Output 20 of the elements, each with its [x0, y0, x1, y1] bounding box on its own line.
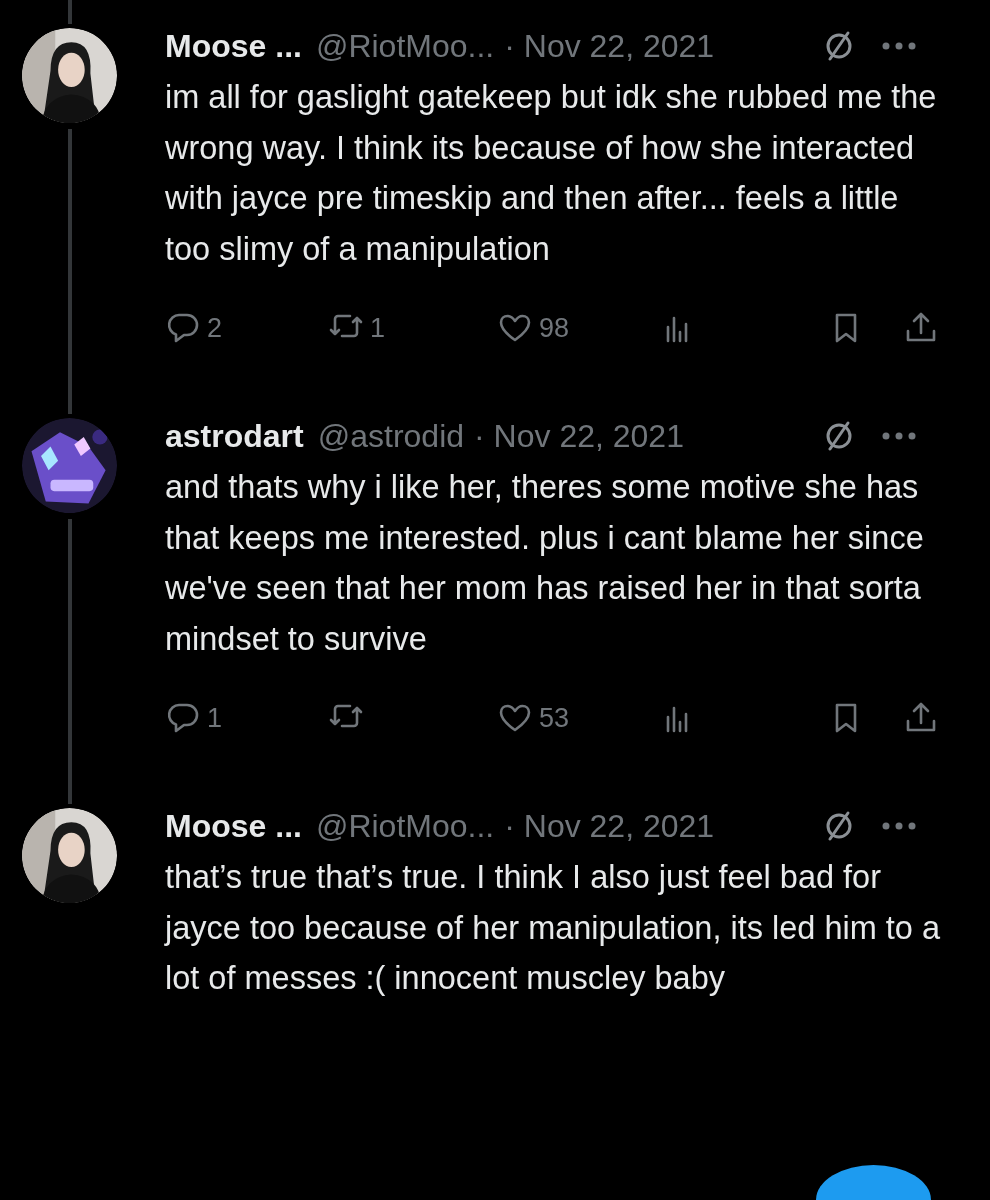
post-text: im all for gaslight gatekeep but idk she rubbed me the wrong way. I think its because of how she interacted with jayce pre timeskip and then after... feels a little too slimy of a manipulation	[165, 78, 938, 269]
user-handle[interactable]: @astrodid	[317, 416, 465, 456]
post-date[interactable]: · Nov 22, 2021	[474, 416, 684, 456]
count: 2	[207, 311, 223, 345]
post-text: that’s true that’s true. I think I also just feel bad for jayce too because of her manipulation, its led him to a lot of messes :( innocent muscley baby	[165, 858, 942, 998]
more-icon[interactable]	[881, 431, 917, 441]
user-handle[interactable]: @RiotMoo...	[315, 26, 495, 66]
user-handle[interactable]: @RiotMoo...	[315, 806, 495, 846]
display-name[interactable]: astrodart	[165, 416, 304, 456]
post-date[interactable]: · Nov 22, 2021	[504, 26, 715, 66]
post-date[interactable]: · Nov 22, 2021	[504, 806, 715, 846]
more-icon[interactable]	[881, 41, 917, 51]
count: 53	[539, 701, 570, 735]
count: 98	[539, 311, 570, 345]
post-text: and thats why i like her, theres some motive she has that keeps me interested. plus i cant blame her since we've seen that her mom has raised her in that sorta mindset to survive	[165, 468, 925, 659]
count: 1	[370, 311, 386, 345]
count: 1	[207, 701, 223, 735]
display-name[interactable]: Moose ...	[165, 806, 302, 846]
display-name[interactable]: Moose ...	[165, 26, 302, 66]
more-icon[interactable]	[881, 821, 917, 831]
